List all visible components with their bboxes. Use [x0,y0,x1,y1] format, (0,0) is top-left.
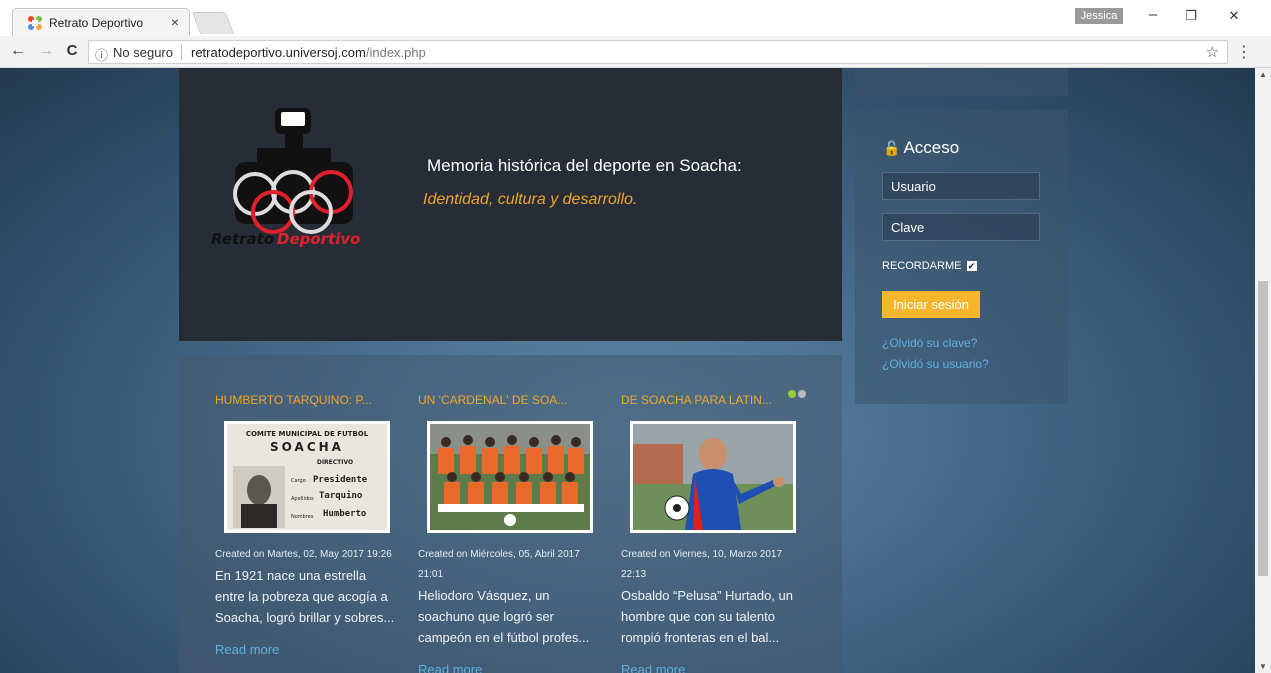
card-header: COMITE MUNICIPAL DE FUTBOL [246,430,369,438]
hero-title: Memoria histórica del deporte en Soacha: [427,156,742,175]
article-item: DE SOACHA PARA LATIN... Created on Viern… [621,393,801,673]
login-button[interactable]: Iniciar sesión [882,291,980,318]
remember-me[interactable]: RECORDARME ✔ [882,260,977,272]
sidebar-module-top [855,68,1068,96]
page-viewport: Retrato Deportivo Memoria histórica del … [0,68,1255,673]
card-label-cargo: Cargo [291,478,306,484]
info-icon[interactable]: ⓘ [95,45,108,64]
login-module: 🔓Acceso RECORDARME ✔ Iniciar sesión ¿Olv… [855,110,1068,404]
scroll-down-icon[interactable]: ▼ [1259,662,1267,671]
card-value-nombres: Humberto [323,509,366,519]
retrato-deportivo-logo: Retrato Deportivo [211,108,360,248]
address-separator [181,45,182,60]
logo-text-retrato: Retrato [211,230,274,248]
forgot-username-link[interactable]: ¿Olvidó su usuario? [882,357,989,371]
card-label-apellidos: Apellidos [291,496,314,502]
hero-subtitle: Identidad, cultura y desarrollo. [423,191,638,208]
lock-icon: 🔓 [883,140,901,156]
forgot-password-link[interactable]: ¿Olvidó su clave? [882,336,977,350]
page-scrollbar[interactable]: ▲ ▼ [1255,68,1271,673]
remember-checkbox[interactable]: ✔ [966,261,977,272]
restore-icon[interactable]: ❐ [1176,8,1206,24]
article-title[interactable]: DE SOACHA PARA LATIN... [621,393,801,407]
browser-tab[interactable]: Retrato Deportivo × [12,8,190,36]
article-item: HUMBERTO TARQUINO: P... COMITE MUNICIPAL… [215,393,395,657]
forward-arrow-icon[interactable]: → [36,42,56,60]
card-value-cargo: Presidente [313,474,368,485]
browser-menu-icon[interactable]: ⋮ [1236,42,1252,62]
logo-text-deportivo: Deportivo [277,230,360,248]
bookmark-star-icon[interactable]: ☆ [1206,43,1219,61]
card-label-nombres: Nombres [291,514,314,520]
remember-label: RECORDARME [882,260,962,272]
back-arrow-icon[interactable]: ← [8,42,28,60]
login-title-text: Acceso [903,138,960,157]
article-intro: Osbaldo “Pelusa” Hurtado, un hombre que … [621,588,793,645]
url-path: /index.php [365,45,426,60]
article-date: Created on Martes, 02, May 2017 19:26 [215,549,392,560]
coach-photo [633,424,793,530]
close-window-icon[interactable]: ✕ [1219,8,1249,24]
minimize-icon[interactable]: – [1138,6,1168,23]
team-photo [430,424,590,530]
url-host: retratodeportivo.universoj.com [191,45,366,60]
card-role: DIRECTIVO [317,459,353,466]
hero-banner: Retrato Deportivo Memoria histórica del … [179,68,842,341]
new-tab-button[interactable] [191,12,235,34]
article-date: Created on Viernes, 10, Marzo 2017 22:13 [621,549,783,580]
login-title: 🔓 Acceso [883,138,959,158]
article-item: UN 'CARDENAL' DE SOA... Created on Miérc… [418,393,598,673]
tab-close-icon[interactable]: × [171,14,179,30]
article-image[interactable] [630,421,796,533]
article-date: Created on Miércoles, 05, Abril 2017 21:… [418,549,580,580]
article-intro: En 1921 nace una estrella entre la pobre… [215,568,395,625]
article-intro: Heliodoro Vásquez, un soachuno que logró… [418,588,590,645]
address-toolbar: ← → C ⓘ No seguro retratodeportivo.unive… [0,36,1271,68]
read-more-link[interactable]: Read more [621,662,801,673]
browser-tab-strip: Retrato Deportivo × Jessica – ❐ ✕ [0,0,1271,36]
reload-icon[interactable]: C [62,42,82,59]
joomla-favicon-icon [28,16,42,30]
read-more-link[interactable]: Read more [418,662,598,673]
scroll-up-icon[interactable]: ▲ [1259,70,1267,79]
read-more-link[interactable]: Read more [215,642,395,657]
password-input[interactable] [882,213,1040,241]
id-card-photo: COMITE MUNICIPAL DE FUTBOL SOACHA DIRECT… [227,424,387,530]
address-bar[interactable]: ⓘ No seguro retratodeportivo.universoj.c… [88,40,1228,64]
scroll-thumb[interactable] [1258,281,1268,576]
article-image[interactable] [427,421,593,533]
security-label[interactable]: No seguro [113,45,173,60]
card-value-apellidos: Tarquino [319,490,362,501]
url-text[interactable]: retratodeportivo.universoj.com/index.php [191,45,426,60]
article-title[interactable]: UN 'CARDENAL' DE SOA... [418,393,598,407]
profile-badge[interactable]: Jessica [1075,8,1123,24]
articles-carousel: HUMBERTO TARQUINO: P... COMITE MUNICIPAL… [179,355,842,673]
username-input[interactable] [882,172,1040,200]
article-image[interactable]: COMITE MUNICIPAL DE FUTBOL SOACHA DIRECT… [224,421,390,533]
article-title[interactable]: HUMBERTO TARQUINO: P... [215,393,395,407]
card-city: SOACHA [270,440,344,454]
browser-tab-title: Retrato Deportivo [49,16,144,30]
